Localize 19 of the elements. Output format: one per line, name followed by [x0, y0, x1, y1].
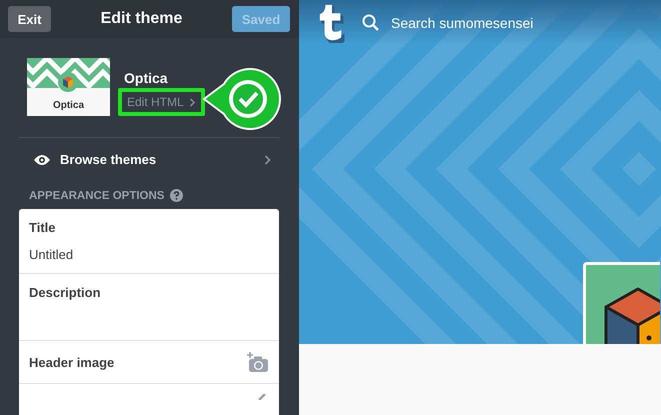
exit-button[interactable]: Exit — [8, 6, 51, 32]
pencil-icon[interactable] — [257, 394, 267, 400]
option-label: Description — [29, 285, 102, 300]
browse-themes-link[interactable]: Browse themes — [0, 138, 299, 181]
add-photo-icon[interactable] — [247, 352, 269, 372]
edit-html-link[interactable]: Edit HTML — [118, 88, 205, 116]
theme-name: Optica — [124, 70, 168, 86]
option-label: Title — [29, 220, 56, 235]
theme-thumbnail[interactable]: Optica — [27, 58, 110, 116]
option-label: Header image — [29, 354, 114, 370]
search-icon — [362, 14, 380, 32]
chevron-right-icon — [264, 154, 271, 164]
checkmark-callout-icon — [202, 68, 282, 130]
chevron-right-icon — [188, 98, 196, 106]
logo-icon[interactable] — [318, 3, 346, 43]
help-icon[interactable] — [170, 189, 184, 202]
section-heading: APPEARANCE OPTIONS — [29, 190, 164, 202]
eye-icon — [33, 154, 51, 166]
panel-title: Edit theme — [100, 10, 182, 28]
